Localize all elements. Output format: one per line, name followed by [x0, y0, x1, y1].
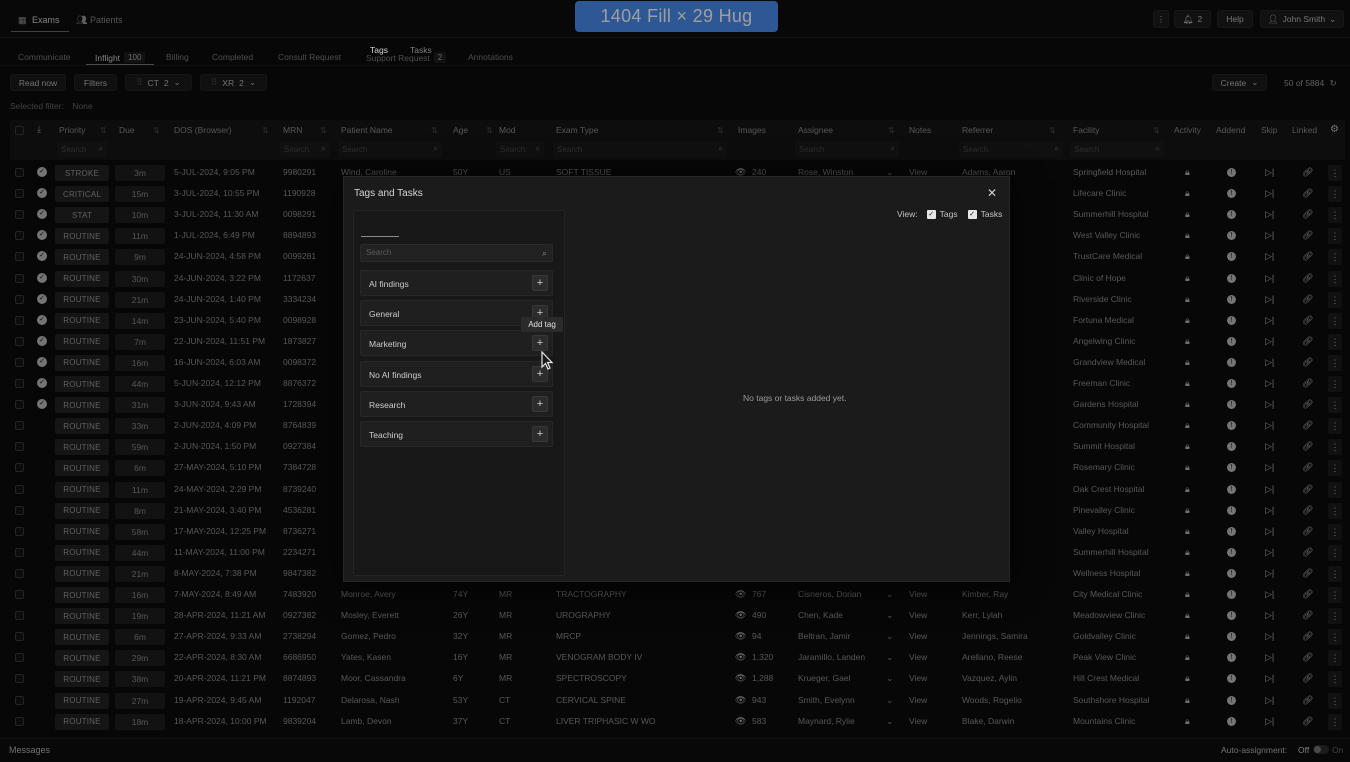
tag-row: No AI findings +: [360, 360, 553, 387]
view-filter: View: ✓ Tags ✓ Tasks: [897, 209, 1003, 219]
tag-label: No AI findings: [369, 369, 422, 380]
tag-label: Teaching: [369, 430, 404, 440]
tab-tags[interactable]: Tags: [370, 45, 388, 55]
add-tag-button[interactable]: +: [532, 395, 548, 412]
tasks-view-checkbox[interactable]: ✓: [967, 209, 977, 219]
close-icon[interactable]: ✕: [987, 186, 997, 200]
tag-label: General: [369, 309, 400, 320]
tag-label: AI findings: [369, 279, 409, 289]
tab-tasks[interactable]: Tasks: [410, 45, 432, 55]
tags-view-checkbox[interactable]: ✓: [926, 209, 936, 219]
mouse-cursor-icon: [541, 351, 554, 370]
tag-search-input[interactable]: Search ⌕: [360, 244, 553, 262]
tag-row: Research +: [360, 390, 553, 417]
tag-row: Teaching +: [360, 421, 553, 447]
tags-tab-underline: [361, 236, 399, 237]
empty-state-message: No tags or tasks added yet.: [743, 393, 847, 403]
add-tag-tooltip: Add tag: [521, 317, 563, 332]
tag-row: AI findings +: [360, 270, 553, 296]
add-tag-button[interactable]: +: [532, 426, 548, 442]
add-tag-button[interactable]: +: [532, 335, 548, 352]
tag-row: Marketing +: [360, 330, 553, 357]
tag-label: Research: [369, 399, 406, 410]
search-icon: ⌕: [541, 248, 547, 258]
tag-label: Marketing: [369, 339, 407, 350]
add-tag-button[interactable]: +: [532, 275, 548, 291]
modal-title: Tags and Tasks: [354, 188, 423, 199]
